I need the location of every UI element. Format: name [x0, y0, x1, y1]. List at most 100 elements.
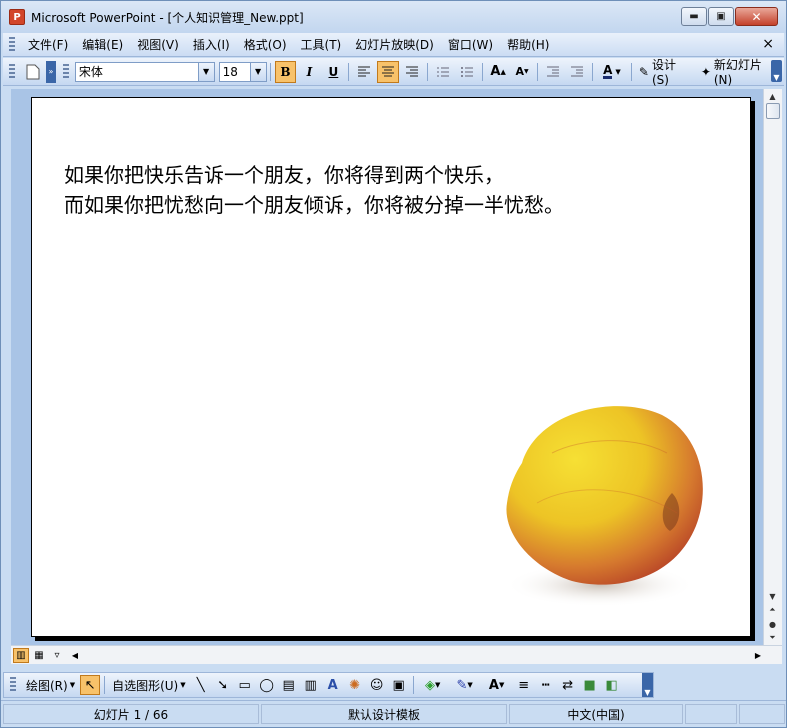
scroll-down-icon[interactable]: ▼ [764, 589, 781, 603]
apple-image[interactable] [482, 393, 712, 608]
fill-color-icon[interactable]: ◈ ▼ [418, 675, 448, 695]
font-name-select[interactable]: 宋体 ▼ [74, 61, 215, 82]
diagram-icon[interactable]: ✺ [345, 675, 365, 695]
font-color-draw-icon[interactable]: A ▼ [482, 675, 512, 695]
menu-insert[interactable]: 插入(I) [186, 34, 237, 55]
toolbar-separator [537, 62, 539, 81]
toolbar-separator [348, 62, 350, 81]
align-center-icon[interactable] [377, 60, 400, 83]
slide-canvas[interactable]: 如果你把快乐告诉一个朋友，你将得到两个快乐， 而如果你把忧愁向一个朋友倾诉，你将… [31, 97, 751, 637]
powerpoint-window: P Microsoft PowerPoint - [个人知识管理_New.ppt… [0, 0, 787, 728]
oval-icon[interactable]: ◯ [257, 675, 277, 695]
scrollbar-thumb[interactable] [766, 103, 780, 119]
menu-file[interactable]: 文件(F) [21, 34, 75, 55]
scroll-left-icon[interactable]: ◀ [67, 648, 83, 663]
draw-menu-label: 绘图(R) [26, 678, 68, 693]
3d-style-icon[interactable]: ◧ [602, 675, 622, 695]
arrow-icon[interactable]: ➘ [213, 675, 233, 695]
select-objects-icon[interactable]: ↖ [80, 675, 101, 695]
menu-window[interactable]: 窗口(W) [441, 34, 500, 55]
wordart-icon[interactable]: A [323, 675, 343, 695]
italic-button[interactable]: I [298, 61, 320, 83]
menu-edit[interactable]: 编辑(E) [75, 34, 130, 55]
menu-tools[interactable]: 工具(T) [294, 34, 349, 55]
language-status: 中文(中国) [509, 704, 683, 724]
powerpoint-app-icon[interactable]: P [9, 9, 25, 25]
toolbar-separator [630, 62, 632, 81]
chevron-down-icon: ▼ [180, 681, 186, 689]
align-left-icon[interactable] [353, 61, 375, 83]
bold-button[interactable]: B [274, 60, 297, 83]
status-bar: 幻灯片 1 / 66 默认设计模板 中文(中国) [1, 700, 786, 727]
title-bar[interactable]: P Microsoft PowerPoint - [个人知识管理_New.ppt… [1, 1, 786, 33]
menu-grip-handle[interactable] [9, 36, 15, 53]
increase-indent-icon[interactable] [566, 61, 588, 83]
slide-sorter-view-icon[interactable]: ▦ [31, 648, 47, 663]
autoshapes-menu-button[interactable]: 自选图形(U) ▼ [108, 677, 190, 694]
increase-font-size-icon[interactable]: A ▲ [487, 61, 509, 83]
menu-format[interactable]: 格式(O) [237, 34, 294, 55]
menu-bar: 文件(F) 编辑(E) 视图(V) 插入(I) 格式(O) 工具(T) 幻灯片放… [3, 33, 784, 57]
drawing-toolbar: 绘图(R) ▼ ↖ 自选图形(U) ▼ ╲ ➘ ▭ ◯ ▤ ▥ A ✺ ☺ ▣ … [3, 672, 654, 698]
clip-art-icon[interactable]: ☺ [367, 675, 387, 695]
line-icon[interactable]: ╲ [191, 675, 211, 695]
align-right-icon[interactable] [401, 61, 423, 83]
bulleted-list-icon[interactable] [456, 61, 478, 83]
line-style-icon[interactable]: ≡ [514, 675, 534, 695]
chevron-down-icon[interactable]: ▼ [249, 62, 266, 81]
design-button[interactable]: ✎ 设计(S) [635, 56, 697, 87]
horizontal-scroll-track[interactable] [83, 648, 748, 663]
line-color-icon[interactable]: ✎ ▼ [450, 675, 480, 695]
vertical-scrollbar[interactable]: ▲ ▼ ⏶ ● ⏷ [763, 89, 782, 645]
slide-position-status: 幻灯片 1 / 66 [3, 704, 259, 724]
view-and-horizontal-scrollbar: ▥ ▦ ▿ ◀ ▶ [11, 645, 782, 664]
toolbar-options-icon[interactable]: ▼ [771, 60, 782, 82]
next-slide-icon[interactable]: ⏷ [764, 631, 781, 645]
underline-button[interactable]: U [322, 61, 344, 83]
dash-style-icon[interactable]: ┅ [536, 675, 556, 695]
slideshow-view-icon[interactable]: ▿ [49, 648, 65, 663]
toolbar-options-icon[interactable]: » [45, 60, 56, 83]
select-browse-object-icon[interactable]: ● [764, 617, 781, 631]
arrow-style-icon[interactable]: ⇄ [558, 675, 578, 695]
chevron-down-icon: ▼ [69, 681, 76, 689]
vertical-text-box-icon[interactable]: ▥ [301, 675, 321, 695]
status-cell-blank [685, 704, 737, 724]
chevron-down-icon[interactable]: ▼ [197, 62, 214, 81]
scroll-right-icon[interactable]: ▶ [750, 648, 766, 663]
scroll-up-icon[interactable]: ▲ [764, 89, 781, 103]
toolbar-grip-handle[interactable] [9, 63, 15, 80]
menu-slideshow[interactable]: 幻灯片放映(D) [348, 34, 441, 55]
slide-text-box[interactable]: 如果你把快乐告诉一个朋友，你将得到两个快乐， 而如果你把忧愁向一个朋友倾诉，你将… [64, 160, 564, 220]
new-document-icon[interactable] [22, 61, 44, 83]
insert-picture-icon[interactable]: ▣ [389, 675, 409, 695]
menu-view[interactable]: 视图(V) [130, 34, 186, 55]
text-box-icon[interactable]: ▤ [279, 675, 299, 695]
draw-menu-button[interactable]: 绘图(R) ▼ [22, 677, 79, 694]
close-button[interactable]: ✕ [735, 7, 778, 26]
font-color-label: A [603, 63, 613, 79]
drawing-toolbar-grip[interactable] [10, 677, 16, 693]
decrease-font-size-icon[interactable]: A ▼ [511, 61, 533, 83]
numbered-list-icon[interactable] [432, 61, 454, 83]
menu-help[interactable]: 帮助(H) [500, 34, 556, 55]
font-size-value: 18 [222, 64, 238, 79]
previous-slide-icon[interactable]: ⏶ [764, 603, 781, 617]
formatting-toolbar: » 宋体 ▼ 18 ▼ B I U A ▲ A ▼ A ▼ ✎ 设计(S) ✦ … [3, 56, 784, 87]
decrease-indent-icon[interactable] [542, 61, 564, 83]
slide-text-line-1: 如果你把快乐告诉一个朋友，你将得到两个快乐， [64, 163, 504, 187]
normal-view-icon[interactable]: ▥ [13, 647, 29, 663]
toolbar-grip-handle-2[interactable] [62, 63, 69, 80]
slide-text-line-2: 而如果你把忧愁向一个朋友倾诉，你将被分掉一半忧愁。 [64, 193, 564, 217]
font-color-button[interactable]: A ▼ [597, 61, 627, 83]
minimize-button[interactable]: ▬ [681, 7, 707, 26]
rectangle-icon[interactable]: ▭ [235, 675, 255, 695]
shadow-style-icon[interactable]: ■ [580, 675, 600, 695]
status-resize-grip[interactable] [739, 704, 785, 724]
chevron-down-icon[interactable]: ▼ [615, 68, 620, 76]
window-title: Microsoft PowerPoint - [个人知识管理_New.ppt] [31, 10, 304, 25]
maximize-button[interactable]: ▣ [708, 7, 734, 26]
document-close-button[interactable]: × [762, 36, 774, 52]
font-size-select[interactable]: 18 ▼ [218, 61, 267, 82]
toolbar-options-icon[interactable]: ▼ [642, 673, 653, 697]
